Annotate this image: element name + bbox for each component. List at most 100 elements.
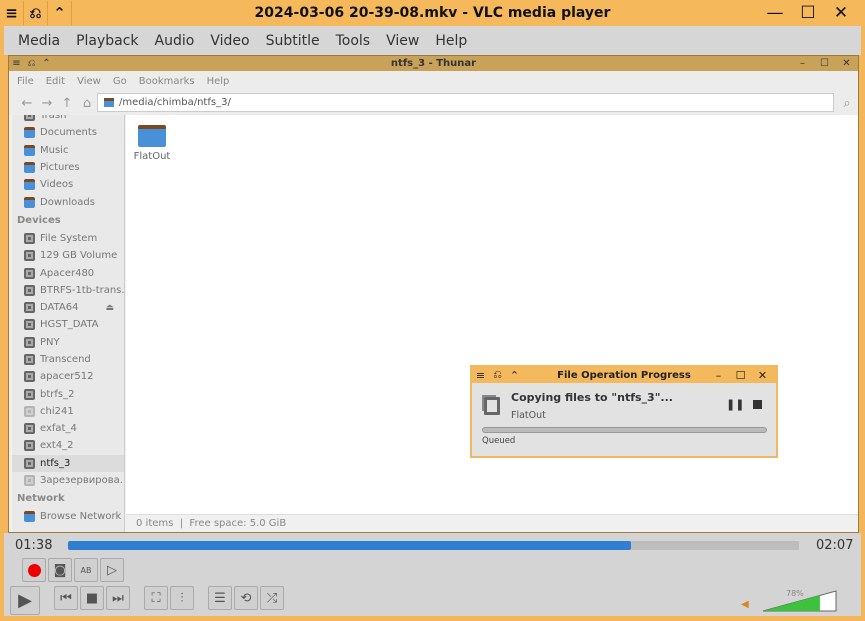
sidebar-item[interactable]: Videos — [12, 176, 124, 193]
menu-audio[interactable]: Audio — [155, 33, 195, 49]
window-menu-icon[interactable]: ≡ — [472, 367, 489, 383]
pin-icon[interactable]: ⎌ — [24, 1, 48, 25]
menu-tools[interactable]: Tools — [336, 33, 371, 49]
sidebar-item[interactable]: Transcend — [12, 351, 124, 368]
sidebar-item-label: exfat_4 — [40, 423, 77, 435]
sidebar-item-label: Downloads — [40, 196, 95, 208]
drive-icon — [24, 336, 35, 348]
sidebar-item[interactable]: File System — [12, 230, 124, 247]
seek-bar[interactable] — [68, 541, 799, 550]
speaker-icon[interactable]: ◀ — [741, 599, 749, 610]
close-button[interactable]: ✕ — [839, 56, 854, 71]
fullscreen-icon[interactable]: ⛶ — [144, 586, 168, 610]
folder-icon — [24, 127, 35, 139]
sidebar-item[interactable]: ntfs_3 — [12, 454, 124, 472]
up-icon[interactable]: ↑ — [57, 96, 77, 111]
play-icon[interactable]: ▶ — [10, 586, 40, 615]
thunar-title: ntfs_3 - Thunar — [390, 58, 477, 69]
shuffle-icon[interactable]: ⤮ — [260, 586, 284, 610]
maximize-button[interactable]: ☐ — [817, 56, 832, 71]
playlist-icon[interactable]: ☰ — [208, 586, 232, 610]
keep-above-icon[interactable]: ⌃ — [48, 1, 72, 25]
sidebar-item[interactable]: Pictures — [12, 159, 124, 176]
sidebar-item-label: Pictures — [40, 162, 80, 174]
file-item[interactable]: FlatOut — [132, 125, 172, 162]
sidebar-item[interactable]: HGST_DATA — [12, 316, 124, 333]
sidebar-item-label: 129 GB Volume — [40, 250, 118, 262]
back-icon[interactable]: ← — [17, 96, 37, 111]
sidebar-item-label: Зарезервирова... — [40, 475, 125, 487]
sidebar-item[interactable]: Trash — [12, 115, 124, 124]
seek-bar-fill — [68, 541, 631, 550]
file-name: FlatOut — [133, 151, 171, 162]
eject-icon[interactable]: ⏏ — [105, 303, 114, 313]
pause-button[interactable]: ❚❚ — [726, 398, 744, 411]
menu-bookmarks[interactable]: Bookmarks — [139, 76, 195, 87]
sidebar-item[interactable]: apacer512 — [12, 368, 124, 385]
status-bar: 0 items | Free space: 5.0 GiB — [126, 514, 858, 532]
sidebar-item[interactable]: exfat_4 — [12, 420, 124, 437]
sidebar-item[interactable]: PNY — [12, 334, 124, 351]
previous-icon[interactable]: ⏮ — [54, 586, 78, 610]
menu-playback[interactable]: Playback — [76, 33, 138, 49]
devices-header: Devices — [17, 214, 61, 226]
minimize-button[interactable]: – — [795, 56, 810, 71]
location-bar[interactable]: /media/chimba/ntfs_3/ — [97, 93, 834, 112]
snapshot-icon[interactable]: ◙ — [48, 558, 72, 582]
loop-icon[interactable]: ⟲ — [234, 586, 258, 610]
sidebar-item[interactable]: btrfs_2 — [12, 385, 124, 402]
frame-step-icon[interactable]: ▷ — [100, 558, 124, 582]
folder-icon — [24, 196, 35, 208]
minimize-button[interactable]: – — [710, 367, 727, 383]
time-total: 02:07 — [816, 538, 854, 553]
keep-above-icon[interactable]: ⌃ — [506, 367, 523, 383]
sidebar-item-label: BTRFS-1tb-trans... — [40, 284, 125, 296]
record-icon[interactable] — [27, 563, 41, 577]
sidebar-item[interactable]: ext4_2 — [12, 437, 124, 454]
close-button[interactable]: ✕ — [826, 0, 856, 26]
sidebar-item[interactable]: Music — [12, 142, 124, 159]
stop-icon[interactable]: ■ — [80, 586, 104, 610]
home-icon[interactable]: ⌂ — [77, 96, 97, 111]
menu-help[interactable]: Help — [435, 33, 467, 49]
ab-loop-icon[interactable]: AB — [74, 558, 98, 582]
drive-icon — [24, 388, 35, 400]
folder-icon — [24, 162, 35, 174]
sidebar-item[interactable]: chi241 — [12, 403, 124, 420]
menu-view[interactable]: View — [386, 33, 419, 49]
pin-icon[interactable]: ⎌ — [489, 367, 506, 383]
network-icon — [24, 511, 35, 523]
thunar-title-bar: ≡ ⎌ ⌃ ntfs_3 - Thunar – ☐ ✕ — [9, 56, 858, 71]
sidebar-item[interactable]: DATA64 ⏏ — [12, 299, 124, 316]
forward-icon[interactable]: → — [37, 96, 57, 111]
menu-video[interactable]: Video — [210, 33, 249, 49]
menu-help[interactable]: Help — [207, 76, 230, 87]
minimize-button[interactable]: — — [760, 0, 790, 26]
sidebar-item[interactable]: Зарезервирова... — [12, 472, 124, 489]
menu-view[interactable]: View — [77, 76, 101, 87]
sidebar-item[interactable]: 129 GB Volume — [12, 247, 124, 264]
window-menu-icon[interactable]: ≡ — [0, 1, 24, 25]
sidebar-item[interactable]: BTRFS-1tb-trans... — [12, 282, 124, 299]
folder-icon — [24, 144, 35, 156]
sidebar-item-label: Music — [40, 144, 69, 156]
menu-file[interactable]: File — [17, 76, 34, 87]
sidebar-item[interactable]: Documents — [12, 124, 124, 141]
search-icon[interactable]: ⌕ — [837, 96, 857, 111]
menu-go[interactable]: Go — [113, 76, 127, 87]
maximize-button[interactable]: ☐ — [732, 367, 749, 383]
menu-subtitle[interactable]: Subtitle — [266, 33, 320, 49]
sidebar-item[interactable]: Apacer480 — [12, 264, 124, 281]
close-button[interactable]: ✕ — [754, 367, 771, 383]
equalizer-icon[interactable]: ⫶ — [170, 586, 194, 610]
volume-slider[interactable] — [762, 590, 837, 612]
sidebar-item[interactable]: Browse Network — [12, 508, 124, 525]
dialog-item: FlatOut — [511, 410, 546, 421]
next-icon[interactable]: ⏭ — [106, 586, 130, 610]
stop-button[interactable] — [753, 400, 762, 409]
sidebar-item[interactable]: Downloads — [12, 193, 124, 210]
menu-edit[interactable]: Edit — [46, 76, 65, 87]
maximize-button[interactable]: ☐ — [793, 0, 823, 26]
menu-media[interactable]: Media — [18, 33, 60, 49]
time-elapsed: 01:38 — [15, 538, 53, 553]
